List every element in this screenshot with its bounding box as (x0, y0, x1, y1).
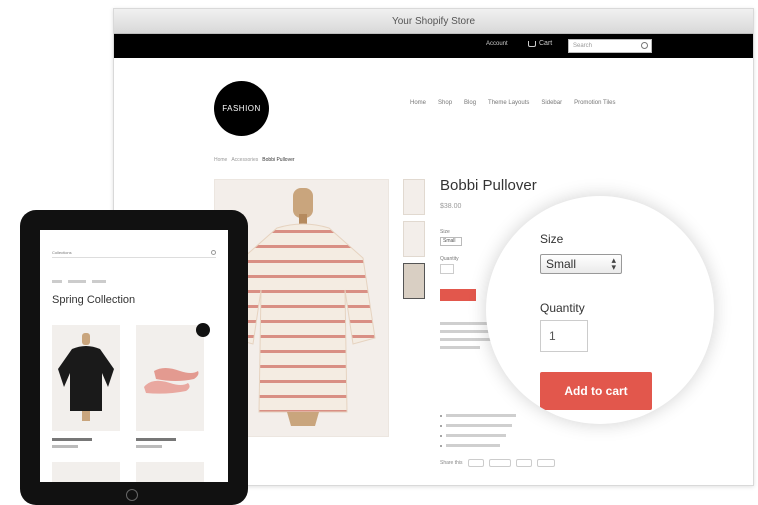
size-select[interactable]: Small ▴ ▾ (540, 254, 622, 274)
list-item (440, 434, 530, 437)
breadcrumb-current: Bobbi Pullover (262, 157, 295, 163)
search-placeholder: Search (573, 43, 593, 49)
product-thumbnail-selected[interactable] (403, 263, 425, 299)
marketing-composite: Your Shopify Store Account Cart Search F… (0, 0, 758, 505)
add-to-cart-button-small[interactable] (440, 289, 476, 301)
main-nav: Home Shop Blog Theme Layouts Sidebar Pro… (410, 100, 615, 106)
magnified-purchase-panel: Size Small ▴ ▾ Quantity 1 Add to cart (486, 196, 714, 424)
size-label: Size (540, 232, 564, 246)
nav-item-promotion-tiles[interactable]: Promotion Tiles (574, 100, 615, 106)
list-item (440, 444, 530, 447)
list-item (440, 424, 530, 427)
size-label-small: Size (440, 229, 450, 235)
tablet-device: Collections Spring Collection (20, 210, 248, 505)
nav-item-theme-layouts[interactable]: Theme Layouts (488, 100, 529, 106)
size-select-value: Small (546, 257, 577, 271)
cart-link[interactable]: Cart (528, 40, 552, 47)
product-caption (136, 438, 176, 441)
share-label: Share this (440, 460, 463, 466)
product-thumbnails (403, 179, 425, 299)
collection-product-card[interactable] (52, 325, 120, 431)
breadcrumb-accessories[interactable]: Accessories (231, 157, 258, 163)
quantity-label: Quantity (540, 301, 585, 315)
product-price-caption (136, 445, 162, 448)
product-features-list (440, 414, 530, 454)
breadcrumb: Home Accessories Bobbi Pullover (214, 157, 295, 163)
cart-icon (528, 40, 536, 47)
share-bar: Share this (440, 459, 555, 467)
store-logo[interactable]: FASHION (214, 81, 269, 136)
browser-title: Your Shopify Store (114, 9, 753, 34)
product-caption (52, 438, 92, 441)
nav-item-blog[interactable]: Blog (464, 100, 476, 106)
size-select-small[interactable]: Small (440, 237, 462, 246)
product-price: $38.00 (440, 203, 462, 210)
nav-item-sidebar[interactable]: Sidebar (541, 100, 562, 106)
sale-badge (196, 323, 210, 337)
list-item (440, 414, 530, 417)
product-thumbnail[interactable] (403, 221, 425, 257)
collection-product-card[interactable] (136, 462, 204, 482)
product-price-caption (52, 445, 78, 448)
store-top-bar: Account Cart Search (114, 34, 753, 58)
collection-product-card[interactable] (52, 462, 120, 482)
collection-title: Spring Collection (52, 294, 136, 306)
share-google-button[interactable] (536, 459, 555, 467)
quantity-field[interactable]: 1 (540, 320, 588, 352)
search-input[interactable]: Search (568, 39, 652, 53)
collection-product-card[interactable] (136, 325, 204, 431)
product-thumbnail[interactable] (403, 179, 425, 215)
breadcrumb-home[interactable]: Home (214, 157, 227, 163)
share-pinterest-button[interactable] (515, 459, 532, 467)
share-twitter-button[interactable] (488, 459, 511, 467)
select-arrows-icon: ▴ ▾ (611, 255, 616, 272)
account-link[interactable]: Account (486, 41, 508, 47)
nav-item-shop[interactable]: Shop (438, 100, 452, 106)
quantity-label-small: Quantity (440, 256, 459, 262)
add-to-cart-button[interactable]: Add to cart (540, 372, 652, 410)
pink-shoes-image (144, 368, 199, 394)
share-facebook-button[interactable] (467, 459, 484, 467)
quantity-field-small[interactable] (440, 264, 454, 274)
search-icon[interactable] (641, 42, 648, 49)
tablet-header-label[interactable]: Collections (52, 250, 72, 255)
tablet-breadcrumb (52, 280, 106, 283)
tablet-search-icon[interactable] (211, 250, 216, 255)
tablet-screen: Collections Spring Collection (40, 230, 228, 482)
cart-label: Cart (539, 40, 553, 47)
black-top-image (58, 333, 114, 421)
nav-item-home[interactable]: Home (410, 100, 426, 106)
tablet-header: Collections (52, 250, 216, 258)
product-title: Bobbi Pullover (440, 177, 537, 194)
home-button-icon[interactable] (126, 489, 138, 501)
